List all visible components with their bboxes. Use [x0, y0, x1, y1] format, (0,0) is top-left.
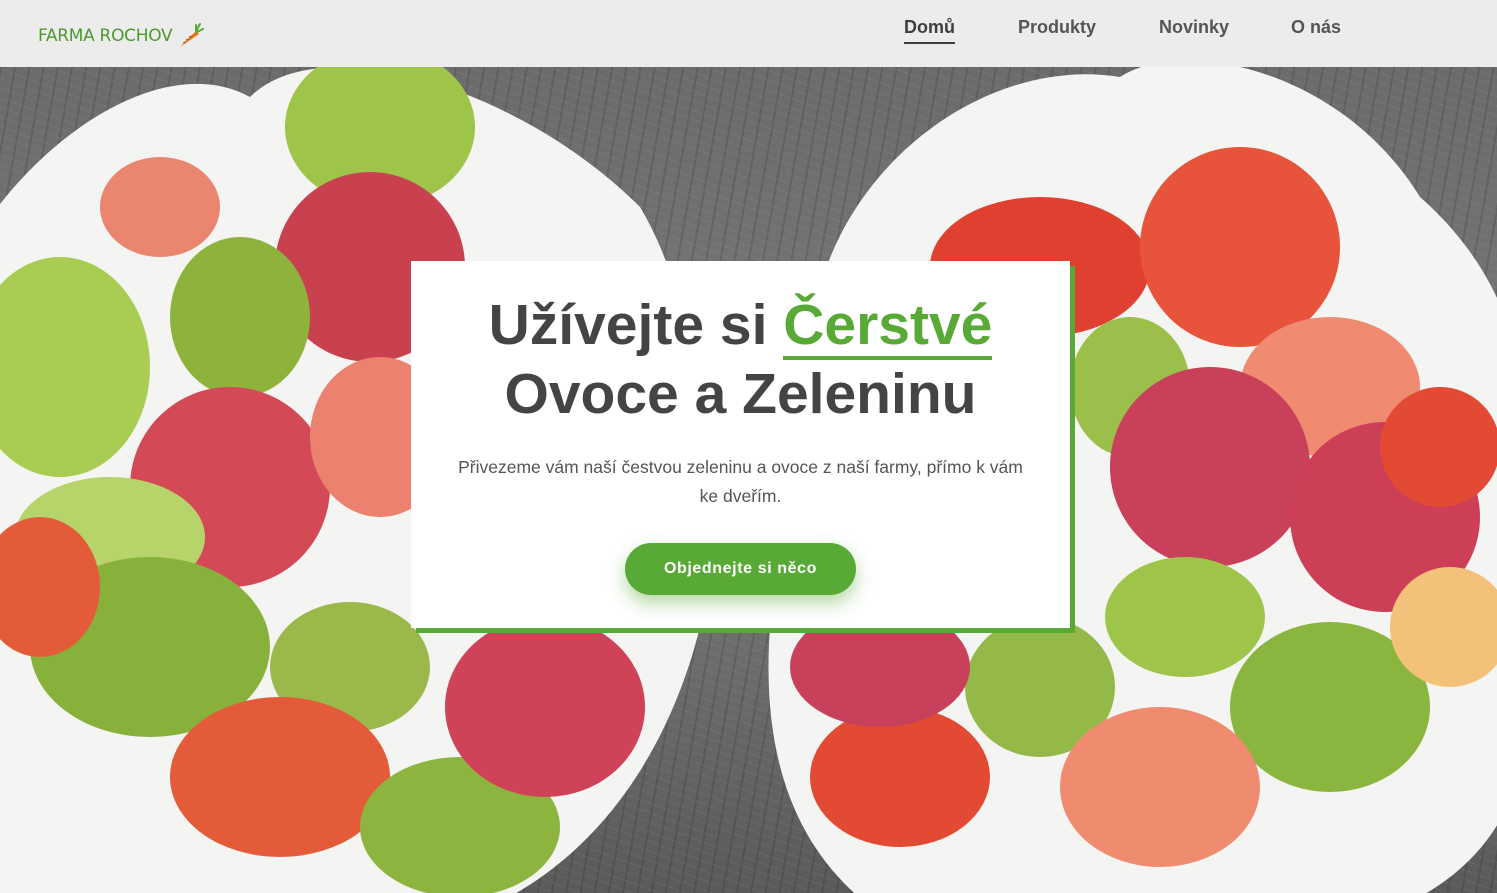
nav-item-products[interactable]: Produkty: [1018, 17, 1096, 42]
headline-accent: Čerstvé: [783, 294, 993, 360]
nav-item-home[interactable]: Domů: [904, 17, 955, 44]
headline-part1: Užívejte si: [488, 293, 784, 357]
hero-subtitle: Přivezeme vám naší čestvou zeleninu a ov…: [458, 457, 1023, 506]
headline-line2: Ovoce a Zeleninu: [504, 362, 977, 426]
hero-card: Užívejte si Čerstvé Ovoce a Zeleninu Při…: [411, 261, 1070, 628]
order-button[interactable]: Objednejte si něco: [625, 543, 856, 595]
site-header: FARMA ROCHOV Domů Produkty Novinky O nás: [0, 0, 1497, 67]
hero-headline: Užívejte si Čerstvé Ovoce a Zeleninu: [411, 291, 1070, 428]
nav-item-news[interactable]: Novinky: [1159, 17, 1229, 42]
nav-item-about[interactable]: O nás: [1291, 17, 1341, 42]
main-nav: Domů Produkty Novinky O nás: [0, 17, 1497, 47]
